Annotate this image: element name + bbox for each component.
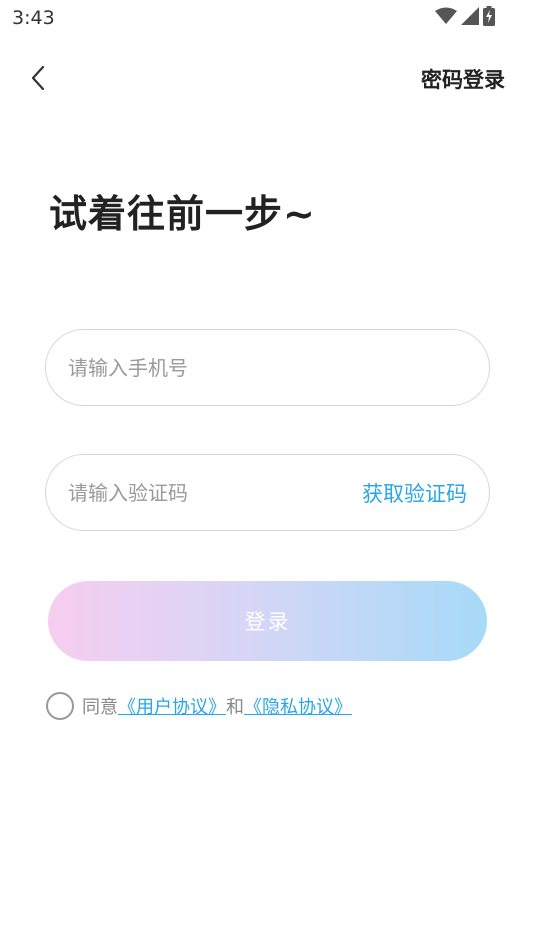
- page-title: 试着往前一步~: [49, 192, 316, 236]
- privacy-policy-link[interactable]: 《隐私协议》: [244, 693, 352, 719]
- status-bar: 3:43: [0, 0, 535, 36]
- chevron-left-icon: [31, 65, 45, 91]
- status-time: 3:43: [12, 7, 55, 29]
- code-field-container: 获取验证码: [45, 454, 490, 531]
- wifi-icon: [435, 7, 457, 25]
- password-login-link[interactable]: 密码登录: [421, 64, 505, 94]
- agreement-and: 和: [226, 697, 244, 718]
- back-button[interactable]: [20, 60, 56, 96]
- status-icons: [435, 6, 495, 26]
- agreement-prefix: 同意: [82, 697, 118, 718]
- battery-icon: [483, 6, 495, 26]
- login-button[interactable]: 登录: [48, 581, 487, 661]
- user-agreement-link[interactable]: 《用户协议》: [118, 693, 226, 719]
- login-screen: 3:43 密码登录 试着往前一步~ 获取验证码 登录 同意 《用户协议》: [0, 0, 535, 951]
- top-nav: 密码登录: [0, 52, 535, 104]
- agreement-row: 同意 《用户协议》 和 《隐私协议》: [46, 692, 352, 720]
- phone-input[interactable]: [68, 330, 467, 405]
- signal-icon: [461, 7, 479, 25]
- get-code-button[interactable]: 获取验证码: [362, 478, 467, 508]
- verification-code-input[interactable]: [68, 455, 362, 530]
- phone-field-container: [45, 329, 490, 406]
- agreement-checkbox[interactable]: [46, 692, 74, 720]
